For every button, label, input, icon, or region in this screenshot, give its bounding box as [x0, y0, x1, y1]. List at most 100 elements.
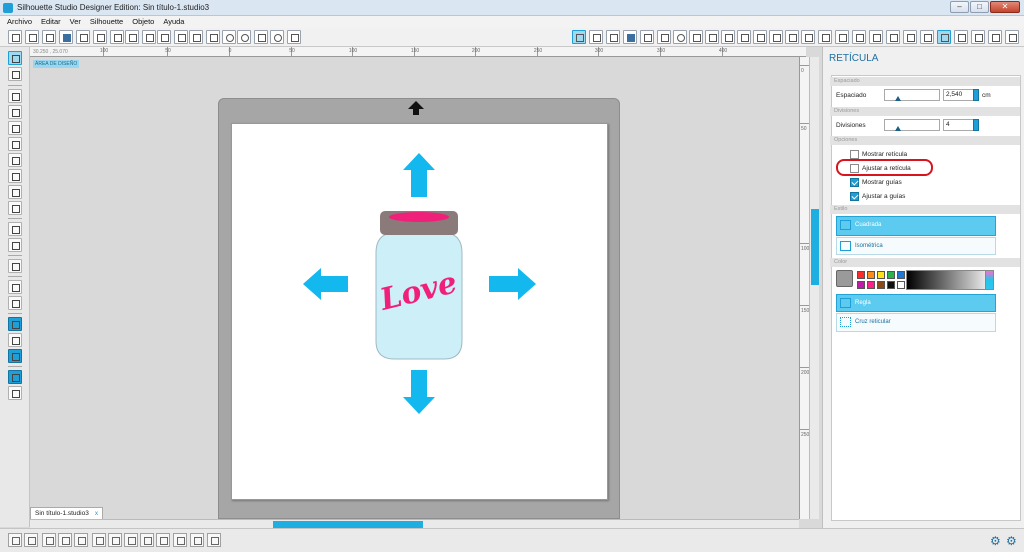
duplicate-icon[interactable] — [74, 533, 88, 547]
smooth-freehand-tool-icon[interactable] — [8, 201, 22, 215]
menu-objeto[interactable]: Objeto — [132, 16, 154, 28]
cut-icon[interactable] — [157, 30, 171, 44]
minimize-button[interactable]: – — [950, 1, 969, 13]
color-swatch-brown[interactable] — [877, 281, 885, 289]
knife-tool-icon[interactable] — [8, 296, 22, 310]
spacing-slider-handle[interactable] — [895, 96, 901, 101]
snap-to-guides-checkbox[interactable] — [850, 192, 859, 201]
copy-icon[interactable] — [125, 30, 139, 44]
up-arrow-icon[interactable] — [403, 153, 435, 197]
save-as-icon[interactable] — [76, 30, 90, 44]
current-grid-color[interactable] — [836, 270, 853, 287]
scale-icon[interactable] — [852, 30, 866, 44]
right-arrow-icon[interactable] — [489, 268, 536, 300]
replicate-icon[interactable] — [721, 30, 735, 44]
down-arrow-icon[interactable] — [403, 370, 435, 414]
ellipse-tool-icon[interactable] — [8, 137, 22, 151]
divisions-slider-handle[interactable] — [895, 126, 901, 131]
undo-icon[interactable] — [174, 30, 188, 44]
divisions-slider[interactable] — [884, 119, 940, 131]
left-arrow-icon[interactable] — [303, 268, 348, 300]
zoom-in-icon[interactable] — [222, 30, 236, 44]
rectangle-tool-icon[interactable] — [8, 105, 22, 119]
show-guides-checkbox[interactable] — [850, 178, 859, 187]
ungroup-icon[interactable] — [24, 533, 38, 547]
trace-icon[interactable] — [801, 30, 815, 44]
close-button[interactable]: ✕ — [990, 1, 1020, 13]
select-tool-icon[interactable] — [8, 51, 22, 65]
library-view-icon[interactable] — [8, 333, 22, 347]
divisions-input[interactable]: 4 — [943, 119, 977, 131]
document-tab[interactable]: Sin título-1.studio3 x — [30, 507, 104, 519]
bring-front-icon[interactable] — [156, 533, 170, 547]
save-icon[interactable] — [59, 30, 73, 44]
offset-quick-icon[interactable] — [190, 533, 204, 547]
show-grid-checkbox[interactable] — [850, 150, 859, 159]
make-compound-icon[interactable] — [42, 533, 56, 547]
color-gradient-picker[interactable] — [906, 270, 994, 290]
style-isometric-button[interactable]: Isométrica — [836, 237, 996, 255]
color-swatch-purple[interactable] — [857, 281, 865, 289]
menu-silhouette[interactable]: Silhouette — [90, 16, 123, 28]
color-swatch-pink[interactable] — [867, 281, 875, 289]
arc-tool-icon[interactable] — [8, 222, 22, 236]
color-swatch-blue[interactable] — [897, 271, 905, 279]
move-icon[interactable] — [869, 30, 883, 44]
send-to-silhouette-icon[interactable] — [110, 30, 124, 44]
zoom-out-icon[interactable] — [237, 30, 251, 44]
horizontal-scrollbar[interactable] — [30, 519, 799, 528]
paste-icon[interactable] — [142, 30, 156, 44]
weld-icon[interactable] — [92, 533, 106, 547]
modify-icon[interactable] — [769, 30, 783, 44]
send-backward-icon[interactable] — [140, 533, 154, 547]
vertical-scrollbar[interactable] — [809, 57, 819, 519]
fill-gradient-icon[interactable] — [673, 30, 687, 44]
color-swatch-yellow[interactable] — [877, 271, 885, 279]
horizontal-scroll-thumb[interactable] — [273, 521, 423, 528]
single-view-icon[interactable] — [8, 370, 22, 384]
curve-tool-icon[interactable] — [8, 169, 22, 183]
fill-color-icon[interactable] — [623, 30, 637, 44]
open-file-icon[interactable] — [25, 30, 39, 44]
library-panel-icon[interactable] — [886, 30, 900, 44]
rotate-icon[interactable] — [835, 30, 849, 44]
text-style-icon[interactable] — [737, 30, 751, 44]
menu-archivo[interactable]: Archivo — [7, 16, 32, 28]
color-swatch-black[interactable] — [887, 281, 895, 289]
preferences-gear-icon[interactable]: ⚙ — [1006, 534, 1017, 548]
menu-ayuda[interactable]: Ayuda — [163, 16, 184, 28]
freehand-tool-icon[interactable] — [8, 185, 22, 199]
maximize-button[interactable]: □ — [970, 1, 989, 13]
release-compound-icon[interactable] — [58, 533, 72, 547]
group-icon[interactable] — [8, 533, 22, 547]
grid-panel-icon[interactable] — [937, 30, 951, 44]
fit-to-page-icon[interactable] — [287, 30, 301, 44]
layers-icon[interactable] — [954, 30, 968, 44]
spacing-slider[interactable] — [884, 89, 940, 101]
line-ruler-button[interactable]: Regla — [836, 294, 996, 312]
redo-icon[interactable] — [189, 30, 203, 44]
eraser-icon[interactable] — [971, 30, 985, 44]
polygon-tool-icon[interactable] — [8, 153, 22, 167]
hue-slider[interactable] — [985, 270, 994, 290]
grid-settings-icon[interactable] — [606, 30, 620, 44]
pan-hand-icon[interactable] — [206, 30, 220, 44]
send-back-icon[interactable] — [173, 533, 187, 547]
new-file-icon[interactable] — [8, 30, 22, 44]
mirror-icon[interactable] — [818, 30, 832, 44]
close-tab-icon[interactable]: x — [95, 510, 98, 517]
spacing-stepper[interactable] — [973, 89, 979, 101]
fill-pattern-icon[interactable] — [689, 30, 703, 44]
send-panel-icon[interactable] — [920, 30, 934, 44]
style-square-button[interactable]: Cuadrada — [836, 216, 996, 236]
draw-tool-icon[interactable] — [572, 30, 586, 44]
bring-forward-icon[interactable] — [124, 533, 138, 547]
online-store-icon[interactable] — [8, 349, 22, 363]
design-page-icon[interactable] — [8, 317, 22, 331]
offset-icon[interactable] — [785, 30, 799, 44]
menu-editar[interactable]: Editar — [41, 16, 61, 28]
rounded-rect-tool-icon[interactable] — [8, 121, 22, 135]
line-style-icon[interactable] — [657, 30, 671, 44]
divisions-stepper[interactable] — [973, 119, 979, 131]
color-swatch-orange[interactable] — [867, 271, 875, 279]
